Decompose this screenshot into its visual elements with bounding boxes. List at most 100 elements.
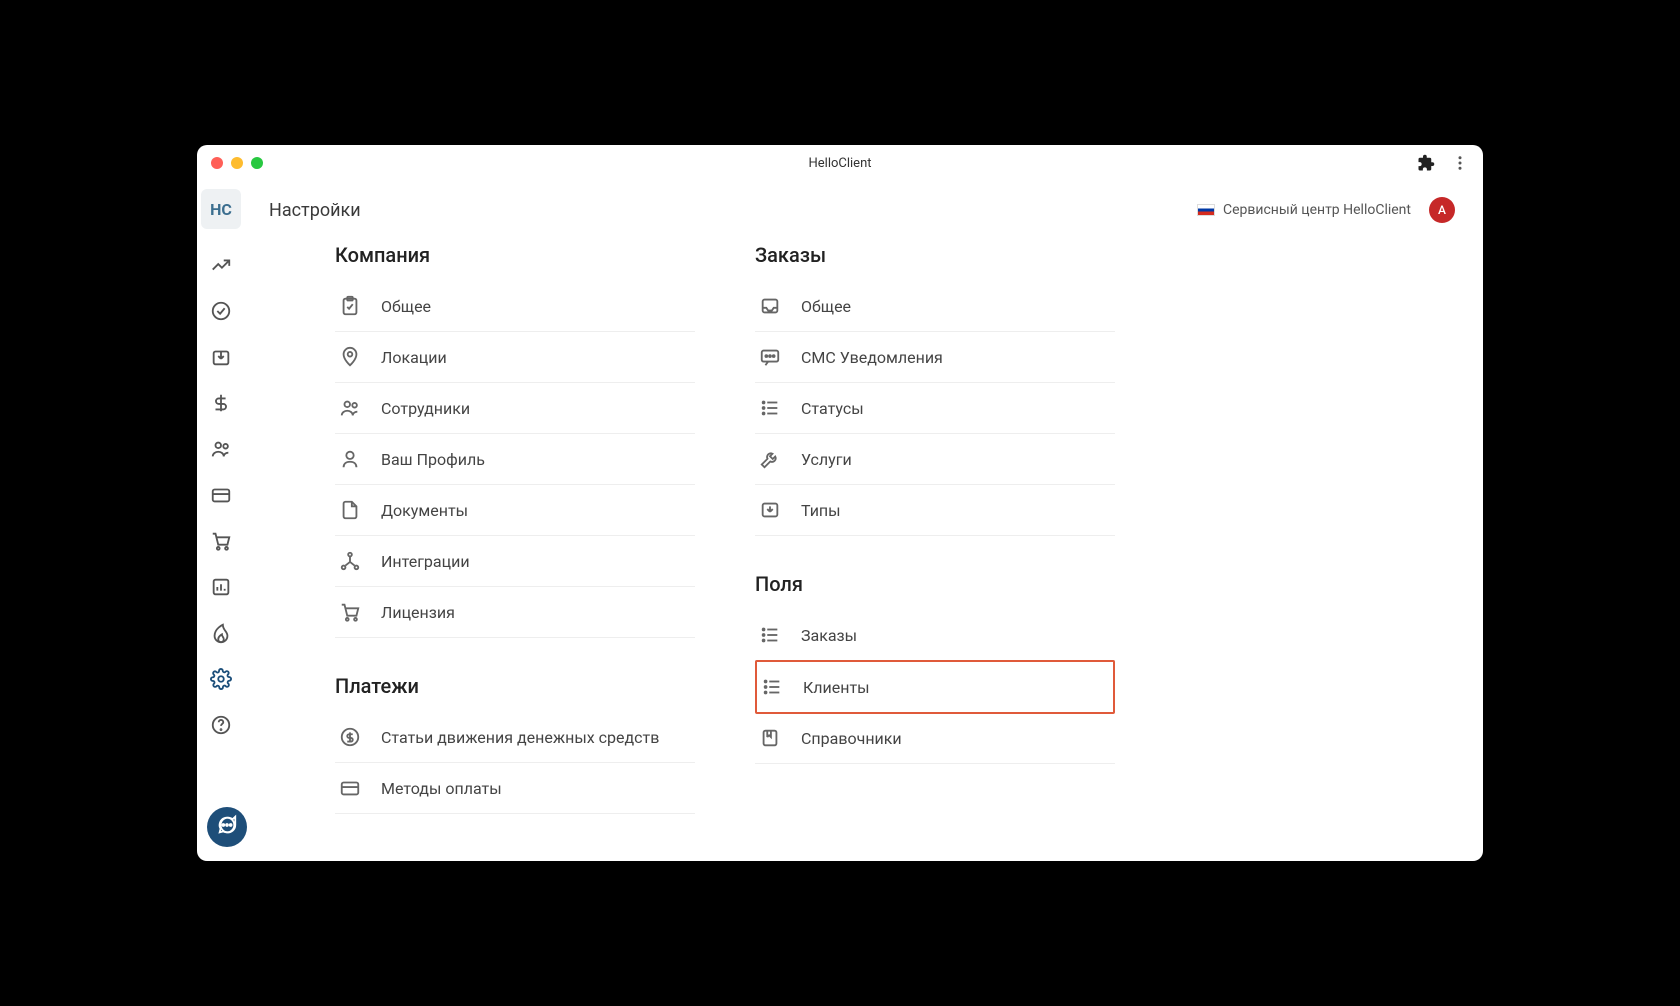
setting-payments-cashflow[interactable]: Статьи движения денежных средств: [335, 712, 695, 763]
dollar-icon: [210, 392, 232, 418]
document-icon: [339, 499, 361, 521]
settings-col-left: Компания Общее Локации Сотрудники: [335, 243, 695, 861]
sidebar-item-card[interactable]: [201, 475, 241, 519]
main: Настройки Сервисный центр HelloClient A: [245, 181, 1483, 861]
setting-label: Заказы: [801, 626, 857, 645]
chat-fab[interactable]: [207, 807, 247, 847]
section-fields: Поля Заказы Клиенты Справочники: [755, 572, 1115, 764]
section-title-fields: Поля: [755, 572, 1115, 596]
setting-company-license[interactable]: Лицензия: [335, 587, 695, 638]
bar-chart-icon: [210, 576, 232, 602]
titlebar: HelloClient: [197, 145, 1483, 181]
setting-label: Интеграции: [381, 552, 470, 571]
settings-content: Компания Общее Локации Сотрудники: [245, 239, 1483, 861]
location-icon: [339, 346, 361, 368]
integrations-icon: [339, 550, 361, 572]
setting-fields-orders[interactable]: Заказы: [755, 610, 1115, 661]
download-icon: [759, 499, 781, 521]
setting-orders-general[interactable]: Общее: [755, 281, 1115, 332]
card-icon: [339, 777, 361, 799]
sidebar-item-help[interactable]: [201, 705, 241, 749]
extensions-icon[interactable]: [1417, 154, 1435, 172]
setting-payments-methods[interactable]: Методы оплаты: [335, 763, 695, 814]
list-icon: [761, 676, 783, 698]
setting-orders-types[interactable]: Типы: [755, 485, 1115, 536]
notifications-active-button[interactable]: [1105, 196, 1133, 224]
topbar-right: Сервисный центр HelloClient A: [1105, 196, 1455, 224]
setting-fields-clients[interactable]: Клиенты: [755, 660, 1115, 714]
section-payments: Платежи Статьи движения денежных средств…: [335, 674, 695, 814]
company-name: Сервисный центр HelloClient: [1223, 202, 1411, 218]
setting-label: Лицензия: [381, 603, 455, 622]
sidebar-item-clients[interactable]: [201, 429, 241, 473]
sidebar-item-settings[interactable]: [201, 659, 241, 703]
app-body: HC: [197, 181, 1483, 861]
window-title: HelloClient: [808, 156, 871, 171]
sidebar-item-tasks[interactable]: [201, 291, 241, 335]
setting-company-general[interactable]: Общее: [335, 281, 695, 332]
setting-company-profile[interactable]: Ваш Профиль: [335, 434, 695, 485]
setting-orders-statuses[interactable]: Статусы: [755, 383, 1115, 434]
setting-label: СМС Уведомления: [801, 348, 943, 367]
check-circle-icon: [210, 300, 232, 326]
maximize-window-button[interactable]: [251, 157, 263, 169]
more-icon[interactable]: [1451, 154, 1469, 172]
section-orders: Заказы Общее СМС Уведомления Статусы: [755, 243, 1115, 536]
setting-label: Справочники: [801, 729, 902, 748]
minimize-window-button[interactable]: [231, 157, 243, 169]
settings-col-right: Заказы Общее СМС Уведомления Статусы: [755, 243, 1115, 861]
list-icon: [759, 397, 781, 419]
list-icon: [759, 624, 781, 646]
people-icon: [339, 397, 361, 419]
sidebar-item-reports[interactable]: [201, 567, 241, 611]
clipboard-check-icon: [339, 295, 361, 317]
setting-label: Статьи движения денежных средств: [381, 728, 659, 747]
company-selector[interactable]: Сервисный центр HelloClient: [1197, 202, 1411, 218]
trending-icon: [210, 254, 232, 280]
traffic-lights: [211, 157, 263, 169]
setting-label: Услуги: [801, 450, 852, 469]
help-icon: [210, 714, 232, 740]
setting-orders-sms[interactable]: СМС Уведомления: [755, 332, 1115, 383]
notifications-button[interactable]: [1151, 196, 1179, 224]
sidebar-item-inbox[interactable]: [201, 337, 241, 381]
section-company: Компания Общее Локации Сотрудники: [335, 243, 695, 638]
setting-company-documents[interactable]: Документы: [335, 485, 695, 536]
chat-icon: [216, 814, 238, 840]
setting-label: Документы: [381, 501, 468, 520]
topbar: Настройки Сервисный центр HelloClient A: [245, 181, 1483, 239]
gear-icon: [210, 668, 232, 694]
sidebar-item-finance[interactable]: [201, 383, 241, 427]
card-icon: [210, 484, 232, 510]
setting-fields-dictionaries[interactable]: Справочники: [755, 713, 1115, 764]
sms-icon: [759, 346, 781, 368]
fire-icon: [210, 622, 232, 648]
setting-company-integrations[interactable]: Интеграции: [335, 536, 695, 587]
setting-label: Клиенты: [803, 678, 870, 697]
sidebar-item-trending[interactable]: [201, 245, 241, 289]
person-icon: [339, 448, 361, 470]
wrench-icon: [759, 448, 781, 470]
avatar[interactable]: A: [1429, 197, 1455, 223]
sidebar-item-cart[interactable]: [201, 521, 241, 565]
setting-label: Типы: [801, 501, 841, 520]
close-window-button[interactable]: [211, 157, 223, 169]
dollar-circle-icon: [339, 726, 361, 748]
setting-label: Методы оплаты: [381, 779, 502, 798]
inbox-icon: [759, 295, 781, 317]
cart-icon: [210, 530, 232, 556]
setting-company-staff[interactable]: Сотрудники: [335, 383, 695, 434]
page-title: Настройки: [269, 200, 361, 221]
setting-company-locations[interactable]: Локации: [335, 332, 695, 383]
setting-label: Статусы: [801, 399, 864, 418]
setting-label: Общее: [381, 297, 431, 316]
app-window: HelloClient HC: [197, 145, 1483, 861]
section-title-company: Компания: [335, 243, 695, 267]
section-title-orders: Заказы: [755, 243, 1115, 267]
section-title-payments: Платежи: [335, 674, 695, 698]
sidebar-item-hot[interactable]: [201, 613, 241, 657]
app-logo[interactable]: HC: [201, 189, 241, 229]
setting-label: Сотрудники: [381, 399, 470, 418]
setting-orders-services[interactable]: Услуги: [755, 434, 1115, 485]
cart-icon: [339, 601, 361, 623]
